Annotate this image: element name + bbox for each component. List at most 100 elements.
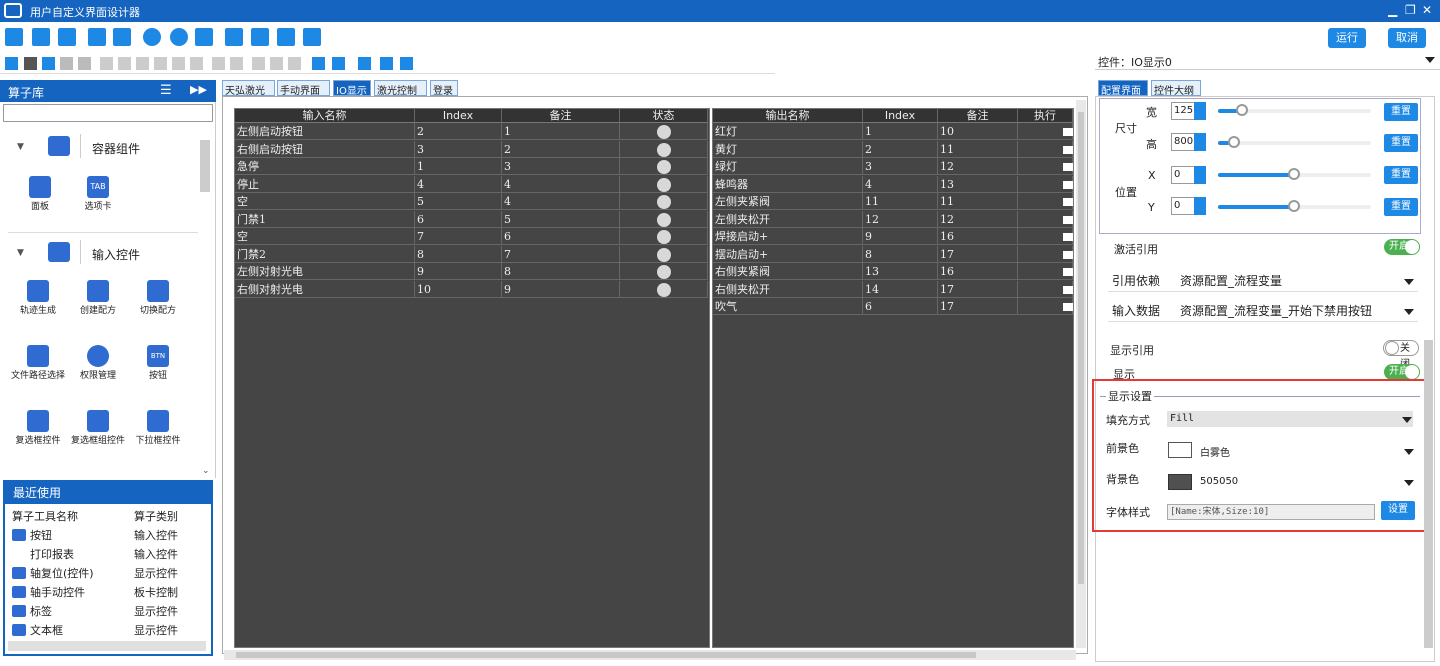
library-item-permission[interactable]: 权限管理 <box>70 345 126 381</box>
table-cell[interactable]: 10 <box>415 280 502 298</box>
y-spinner[interactable]: 0 <box>1171 197 1196 215</box>
table-cell[interactable]: 1 <box>502 123 620 140</box>
tab-laser-control[interactable]: 激光控制 <box>374 80 427 97</box>
table-cell[interactable]: 9 <box>502 280 620 298</box>
table-cell[interactable]: 门禁1 <box>235 210 415 228</box>
preview-eye-icon[interactable] <box>143 28 161 46</box>
table-cell[interactable]: 蜂鸣器 <box>713 175 863 193</box>
table-cell[interactable]: 右侧对射光电 <box>235 280 415 298</box>
library-item-trajectory[interactable]: 轨迹生成 <box>10 280 66 316</box>
same-size-icon[interactable] <box>288 57 301 70</box>
same-height-icon[interactable] <box>252 57 265 70</box>
chevron-down-icon[interactable] <box>1404 279 1414 285</box>
tab-config[interactable]: 配置界面 <box>1098 80 1148 97</box>
table-cell[interactable]: 左侧启动按钮 <box>235 123 415 140</box>
table-cell[interactable]: 焊接启动+ <box>713 228 863 245</box>
execute-button[interactable] <box>1063 250 1073 259</box>
delete-icon[interactable] <box>380 57 393 70</box>
align-middle-icon[interactable] <box>190 57 203 70</box>
recent-scrollbar[interactable] <box>8 641 206 651</box>
bring-front-icon[interactable] <box>312 57 325 70</box>
width-reset-button[interactable]: 重置 <box>1384 103 1418 121</box>
library-item-switch-recipe[interactable]: 切换配方 <box>130 280 186 316</box>
align-top-icon[interactable] <box>136 57 149 70</box>
table-cell[interactable]: 1 <box>863 123 938 140</box>
table-cell[interactable]: 8 <box>502 263 620 280</box>
properties-scrollbar[interactable] <box>1424 340 1433 648</box>
table-cell[interactable]: 4 <box>502 175 620 193</box>
recent-row[interactable]: 轴复位(控件) 显示控件 <box>8 565 204 583</box>
table-cell[interactable]: 10 <box>938 123 1018 140</box>
recent-row[interactable]: 轴手动控件 板卡控制 <box>8 584 204 602</box>
new-icon[interactable] <box>5 28 23 46</box>
recent-row[interactable]: 标签 显示控件 <box>8 603 204 621</box>
y-slider[interactable] <box>1218 200 1371 212</box>
execute-button[interactable] <box>1063 303 1073 311</box>
table-cell[interactable]: 9 <box>415 263 502 280</box>
recent-row[interactable]: 文本框 显示控件 <box>8 622 204 640</box>
tab-outline[interactable]: 控件大纲 <box>1151 80 1201 97</box>
table-cell[interactable]: 8 <box>863 245 938 263</box>
table-cell[interactable]: 17 <box>938 245 1018 263</box>
execute-button[interactable] <box>1063 163 1073 171</box>
table-cell[interactable]: 7 <box>502 245 620 263</box>
table-cell[interactable]: 7 <box>415 228 502 245</box>
execute-button[interactable] <box>1063 285 1073 294</box>
collapse-icon[interactable]: ▶▶ <box>190 83 207 96</box>
table-cell[interactable]: 空 <box>235 228 415 245</box>
table-cell[interactable]: 空 <box>235 193 415 210</box>
align-center-icon[interactable] <box>172 57 185 70</box>
table-cell[interactable]: 13 <box>938 175 1018 193</box>
table-cell[interactable]: 3 <box>502 158 620 175</box>
execute-button[interactable] <box>1063 215 1073 224</box>
same-width-icon[interactable] <box>270 57 283 70</box>
input-table[interactable]: 输入名称 Index 备注 状态 左侧启动按钮 2 1 右侧启动按钮 3 2 急停 1 3 停止 4 4 空 5 4… <box>234 108 710 648</box>
table-cell[interactable]: 16 <box>938 263 1018 280</box>
table-cell[interactable]: 4 <box>415 175 502 193</box>
table-cell[interactable]: 13 <box>863 263 938 280</box>
x-spinner-buttons[interactable] <box>1194 166 1206 184</box>
clear-icon[interactable] <box>400 57 413 70</box>
chevron-down-icon[interactable] <box>1404 309 1414 315</box>
library-item-panel[interactable]: 面板 <box>12 176 68 212</box>
table-cell[interactable]: 3 <box>863 158 938 175</box>
table-cell[interactable]: 左侧夹松开 <box>713 210 863 228</box>
undo-icon[interactable] <box>60 57 73 70</box>
table-cell[interactable]: 4 <box>863 175 938 193</box>
layout-icon[interactable] <box>303 28 321 46</box>
library-search-input[interactable] <box>3 104 213 122</box>
paste-icon[interactable] <box>42 57 55 70</box>
library-item-create-recipe[interactable]: 创建配方 <box>70 280 126 316</box>
table-cell[interactable]: 左侧对射光电 <box>235 263 415 280</box>
recent-row[interactable]: 打印报表 输入控件 <box>8 546 204 564</box>
table-cell[interactable]: 5 <box>415 193 502 210</box>
output-table[interactable]: 输出名称 Index 备注 执行 红灯 1 10 黄灯 2 11 绿灯 3 12 蜂鸣器 4 13 左侧夹紧阀 1… <box>712 108 1074 648</box>
library-item-button[interactable]: BTN 按钮 <box>130 345 186 381</box>
table-cell[interactable]: 6 <box>415 210 502 228</box>
ref-dependency-select[interactable]: 引用依赖 资源配置_流程变量 <box>1108 270 1418 292</box>
upload-icon[interactable] <box>195 28 213 46</box>
table-cell[interactable]: 17 <box>938 298 1018 315</box>
table-cell[interactable]: 3 <box>415 140 502 158</box>
table-cell[interactable]: 红灯 <box>713 123 863 140</box>
run-button[interactable]: 运行 <box>1328 28 1366 48</box>
height-spinner-buttons[interactable] <box>1194 133 1206 151</box>
align-left-icon[interactable] <box>100 57 113 70</box>
open-folder-icon[interactable] <box>32 28 50 46</box>
send-back-icon[interactable] <box>332 57 345 70</box>
table-cell[interactable]: 黄灯 <box>713 140 863 158</box>
cut-icon[interactable] <box>24 57 37 70</box>
table-cell[interactable]: 2 <box>502 140 620 158</box>
table-cell[interactable]: 8 <box>415 245 502 263</box>
collapse-arrow-icon[interactable]: ▼ <box>17 142 24 152</box>
library-item-tab[interactable]: TAB 选项卡 <box>70 176 126 212</box>
library-item-checkbox[interactable]: 复选框控件 <box>10 410 66 446</box>
canvas-vertical-scrollbar[interactable] <box>1076 100 1086 648</box>
gear-window-icon[interactable] <box>251 28 269 46</box>
x-reset-button[interactable]: 重置 <box>1384 166 1418 184</box>
checkbox-icon[interactable] <box>358 57 371 70</box>
distribute-v-icon[interactable] <box>230 57 243 70</box>
close-icon[interactable]: ✕ <box>1422 3 1432 17</box>
width-spinner-buttons[interactable] <box>1194 102 1206 120</box>
activate-ref-toggle[interactable]: 开启 <box>1384 239 1420 255</box>
